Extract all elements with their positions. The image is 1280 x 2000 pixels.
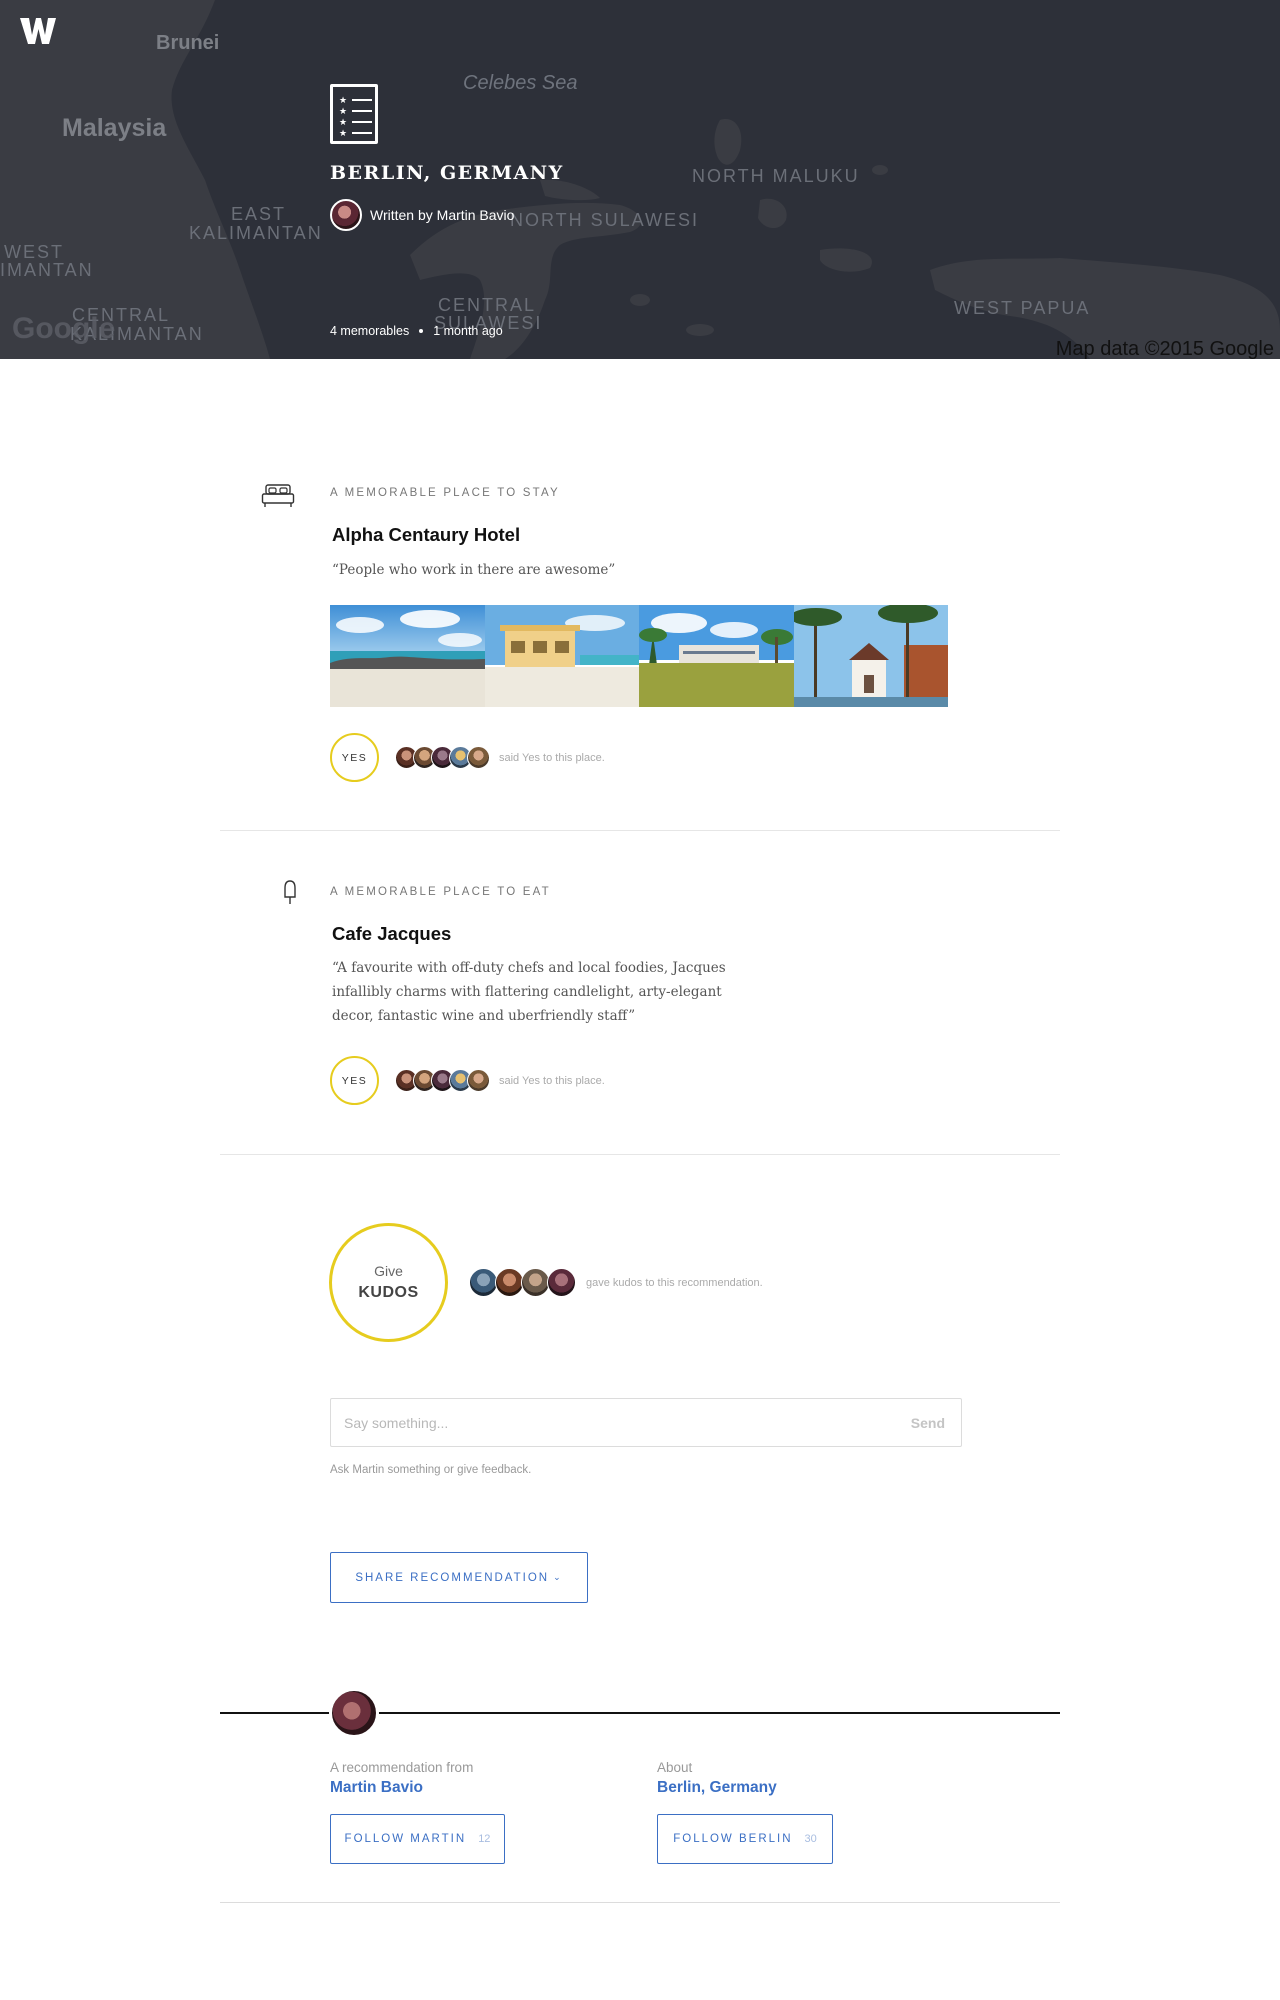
follow-berlin-label: FOLLOW BERLIN (673, 1833, 793, 1845)
stay-photo-gallery (330, 605, 948, 707)
share-recommendation-button[interactable]: SHARE RECOMMENDATION ⌄ (330, 1552, 588, 1603)
voter-avatar[interactable] (467, 746, 490, 769)
photo-resort-lawn[interactable] (639, 605, 794, 707)
map-label-east-kalimantan-1: EAST (231, 204, 287, 224)
map-label-celebes-sea: Celebes Sea (463, 72, 578, 94)
give-kudos-button[interactable]: Give KUDOS (329, 1223, 448, 1342)
map-label-west-kalimantan-2: IMANTAN (0, 260, 94, 280)
recommendation-list-icon: ★ ★ ★ ★ (330, 84, 378, 144)
share-label: SHARE RECOMMENDATION (355, 1571, 550, 1584)
map-label-brunei: Brunei (156, 32, 220, 54)
map-credit: Map data ©2015 Google (1055, 338, 1274, 359)
kudos-label: KUDOS (358, 1284, 419, 1301)
kudos-give-label: Give (374, 1263, 403, 1279)
follow-berlin-count: 30 (804, 1833, 817, 1845)
eat-quote: “A favourite with off-duty chefs and loc… (332, 960, 726, 1024)
section-divider (220, 830, 1060, 831)
kudos-avatar[interactable] (495, 1268, 524, 1297)
map-label-north-maluku: NORTH MALUKU (692, 166, 860, 186)
follow-berlin-button[interactable]: FOLLOW BERLIN 30 (657, 1814, 833, 1864)
follow-martin-count: 12 (478, 1833, 491, 1845)
comment-hint: Ask Martin something or give feedback. (330, 1464, 532, 1476)
comment-box: Send (330, 1398, 962, 1447)
author-avatar-footer[interactable] (329, 1688, 379, 1738)
page-title: BERLIN, GERMANY (330, 162, 564, 184)
photo-beach-rocks[interactable] (330, 605, 485, 707)
photo-beach-house[interactable] (484, 605, 639, 707)
voter-avatar[interactable] (467, 1069, 490, 1092)
hero-map-header: Brunei Malaysia Celebes Sea NORTH MALUKU… (0, 0, 1280, 359)
comment-input[interactable] (331, 1399, 911, 1446)
kudos-avatar[interactable] (469, 1268, 498, 1297)
memorables-count: 4 memorables (330, 324, 410, 338)
about-label: About (657, 1760, 693, 1775)
kudos-said-text: gave kudos to this recommendation. (586, 1276, 763, 1289)
kudos-avatar[interactable] (521, 1268, 550, 1297)
stay-place-name[interactable]: Alpha Centaury Hotel (332, 524, 520, 546)
stay-said-text: said Yes to this place. (499, 751, 605, 764)
eat-yes-voters: said Yes to this place. (395, 1069, 605, 1092)
map-label-malaysia: Malaysia (62, 114, 167, 142)
from-label: A recommendation from (330, 1760, 474, 1775)
eat-kicker: A MEMORABLE PLACE TO EAT (330, 886, 551, 898)
author-name: Written by Martin Bavio (370, 207, 515, 223)
published-time: 1 month ago (433, 324, 503, 338)
section-divider (220, 1154, 1060, 1155)
kudos-avatar[interactable] (547, 1268, 576, 1297)
map-label-north-sulawesi: NORTH SULAWESI (510, 210, 700, 230)
google-watermark: Google (12, 312, 116, 345)
hero-meta: 4 memorables 1 month ago (330, 324, 503, 338)
meta-separator (419, 329, 424, 333)
eat-place-name[interactable]: Cafe Jacques (332, 923, 451, 945)
bed-icon (261, 484, 295, 507)
stay-quote: “People who work in there are awesome” (332, 562, 616, 578)
chevron-down-icon: ⌄ (553, 1572, 563, 1582)
send-button[interactable]: Send (911, 1415, 945, 1431)
w-logo-icon[interactable] (20, 16, 56, 46)
map-label-west-papua: WEST PAPUA (954, 298, 1091, 318)
author-avatar[interactable] (330, 199, 362, 231)
bottom-divider (220, 1902, 1060, 1903)
stay-yes-voters: said Yes to this place. (395, 746, 605, 769)
photo-palm-chapel[interactable] (793, 605, 948, 707)
stay-kicker: A MEMORABLE PLACE TO STAY (330, 487, 560, 499)
map-label-east-kalimantan-2: KALIMANTAN (189, 223, 323, 243)
follow-martin-button[interactable]: FOLLOW MARTIN 12 (330, 1814, 505, 1864)
popsicle-icon (284, 880, 296, 904)
follow-martin-label: FOLLOW MARTIN (344, 1833, 467, 1845)
author-byline[interactable]: Written by Martin Bavio (330, 199, 514, 231)
kudos-givers: gave kudos to this recommendation. (469, 1268, 763, 1297)
stay-yes-button[interactable]: YES (330, 733, 379, 782)
about-city-link[interactable]: Berlin, Germany (657, 1779, 777, 1797)
from-author-link[interactable]: Martin Bavio (330, 1779, 423, 1797)
eat-said-text: said Yes to this place. (499, 1074, 605, 1087)
eat-yes-button[interactable]: YES (330, 1056, 379, 1105)
